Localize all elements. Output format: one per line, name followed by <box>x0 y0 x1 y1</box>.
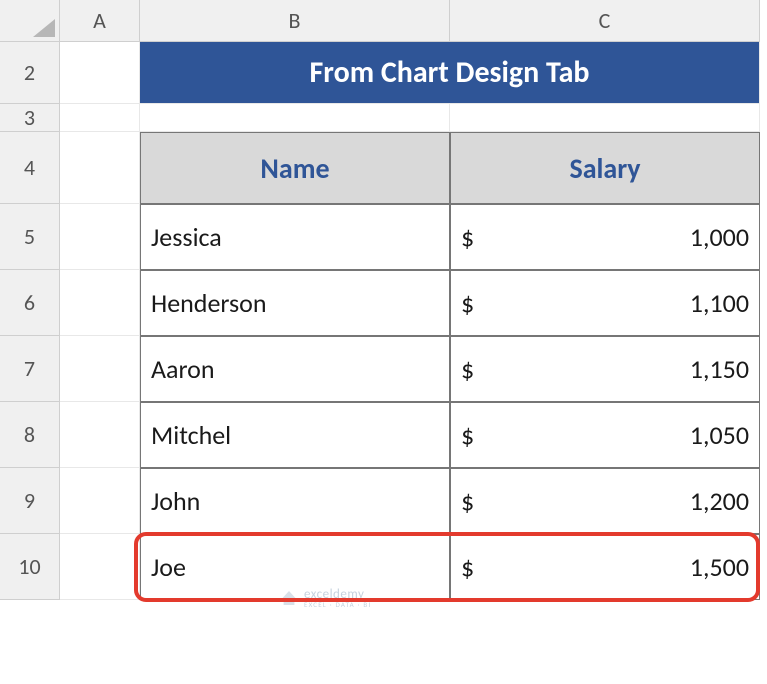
table-row[interactable]: $ 1,050 <box>450 402 760 468</box>
row-header-5[interactable]: 5 <box>0 204 60 270</box>
currency-symbol: $ <box>461 419 474 451</box>
salary-value: 1,500 <box>690 551 749 583</box>
cell-a7[interactable] <box>60 336 140 402</box>
currency-symbol: $ <box>461 485 474 517</box>
row-header-8[interactable]: 8 <box>0 402 60 468</box>
row-header-7[interactable]: 7 <box>0 336 60 402</box>
salary-value: 1,050 <box>690 419 749 451</box>
row-header-6[interactable]: 6 <box>0 270 60 336</box>
table-row[interactable]: Henderson <box>140 270 450 336</box>
salary-value: 1,200 <box>690 485 749 517</box>
cell-a8[interactable] <box>60 402 140 468</box>
row-header-10[interactable]: 10 <box>0 534 60 600</box>
currency-symbol: $ <box>461 221 474 253</box>
table-row[interactable]: $ 1,500 <box>450 534 760 600</box>
table-row[interactable]: $ 1,100 <box>450 270 760 336</box>
cell-a3[interactable] <box>60 104 140 132</box>
salary-value: 1,150 <box>690 353 749 385</box>
table-row[interactable]: $ 1,150 <box>450 336 760 402</box>
table-row[interactable]: $ 1,000 <box>450 204 760 270</box>
table-header-name[interactable]: Name <box>140 132 450 204</box>
table-header-salary[interactable]: Salary <box>450 132 760 204</box>
col-header-a[interactable]: A <box>60 0 140 42</box>
watermark: exceldemy EXCEL · DATA · BI <box>280 588 371 608</box>
cell-a6[interactable] <box>60 270 140 336</box>
table-row[interactable]: $ 1,200 <box>450 468 760 534</box>
spreadsheet-grid: A B C 2 From Chart Design Tab 3 4 Name S… <box>0 0 767 600</box>
select-all-corner[interactable] <box>0 0 60 42</box>
salary-value: 1,000 <box>690 221 749 253</box>
row-header-9[interactable]: 9 <box>0 468 60 534</box>
cell-a4[interactable] <box>60 132 140 204</box>
house-icon <box>280 591 298 605</box>
cell-a2[interactable] <box>60 42 140 104</box>
watermark-sub: EXCEL · DATA · BI <box>304 601 371 608</box>
cell-a10[interactable] <box>60 534 140 600</box>
currency-symbol: $ <box>461 287 474 319</box>
col-header-c[interactable]: C <box>450 0 760 42</box>
table-row[interactable]: Jessica <box>140 204 450 270</box>
row-header-3[interactable]: 3 <box>0 104 60 132</box>
col-header-b[interactable]: B <box>140 0 450 42</box>
cell-a9[interactable] <box>60 468 140 534</box>
watermark-text: exceldemy EXCEL · DATA · BI <box>304 588 371 608</box>
table-row[interactable]: Mitchel <box>140 402 450 468</box>
cell-a5[interactable] <box>60 204 140 270</box>
table-row[interactable]: Aaron <box>140 336 450 402</box>
table-row[interactable]: John <box>140 468 450 534</box>
salary-value: 1,100 <box>690 287 749 319</box>
title-cell[interactable]: From Chart Design Tab <box>140 42 760 104</box>
currency-symbol: $ <box>461 551 474 583</box>
currency-symbol: $ <box>461 353 474 385</box>
row-header-4[interactable]: 4 <box>0 132 60 204</box>
row-header-2[interactable]: 2 <box>0 42 60 104</box>
cell-b3[interactable] <box>140 104 450 132</box>
cell-c3[interactable] <box>450 104 760 132</box>
